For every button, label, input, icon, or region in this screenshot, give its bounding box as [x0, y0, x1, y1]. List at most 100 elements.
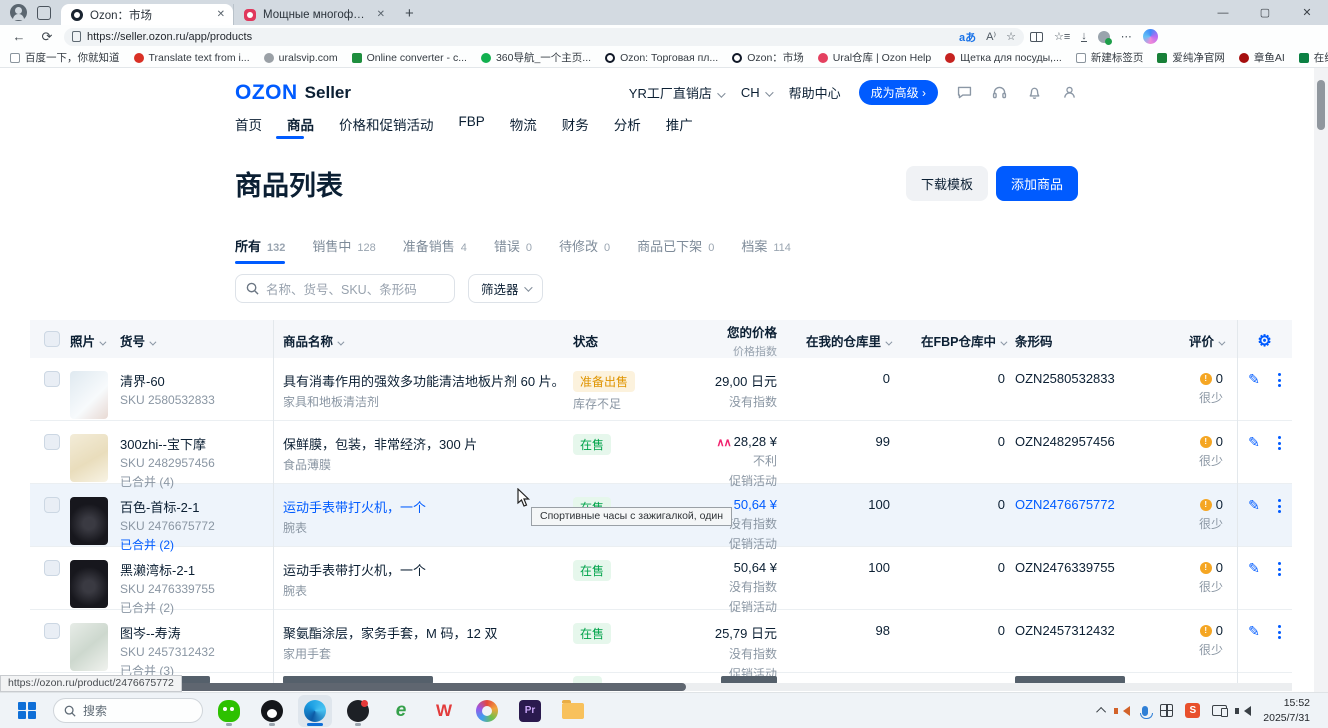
- taskbar-search[interactable]: 搜索: [53, 698, 203, 723]
- row-checkbox[interactable]: [44, 623, 60, 639]
- table-row[interactable]: 黑濑湾标-2-1SKU 2476339755已合并 (2) 运动手表带打火机，一…: [30, 547, 1292, 610]
- nav-fbp[interactable]: FBP: [459, 114, 485, 134]
- new-tab-button[interactable]: +: [393, 5, 426, 25]
- filter-tab-all[interactable]: 所有132: [235, 236, 285, 264]
- col-rating[interactable]: 评价: [1160, 329, 1237, 350]
- sogou-input-icon[interactable]: S: [1185, 703, 1200, 718]
- nav-promotion[interactable]: 推广: [666, 114, 693, 134]
- barcode-link[interactable]: OZN2476675772: [1005, 484, 1160, 553]
- col-article[interactable]: 货号: [120, 329, 273, 350]
- browser-tab-inactive[interactable]: Мощные многофункциональн… ✕: [233, 4, 393, 25]
- edit-icon[interactable]: ✎: [1248, 434, 1260, 490]
- filter-tab-ready[interactable]: 准备销售4: [403, 236, 467, 264]
- product-image[interactable]: [70, 560, 108, 608]
- product-name[interactable]: 聚氨酯涂层，家务手套，M 码，12 双: [283, 623, 573, 642]
- microphone-icon[interactable]: [1142, 706, 1148, 716]
- browser360-icon[interactable]: [470, 695, 504, 727]
- read-aloud-icon[interactable]: A⁾: [986, 30, 996, 43]
- product-image[interactable]: [70, 497, 108, 545]
- filters-button[interactable]: 筛选器: [468, 274, 543, 303]
- product-image[interactable]: [70, 371, 108, 419]
- horizontal-scrollbar[interactable]: [0, 683, 1292, 691]
- edge-browser-icon[interactable]: [298, 695, 332, 727]
- table-row[interactable]: 清界-60SKU 2580532833 具有消毒作用的强效多功能清洁地板片剂 6…: [30, 358, 1292, 421]
- bookmark-item[interactable]: Translate text from i...: [134, 52, 250, 64]
- row-checkbox[interactable]: [44, 434, 60, 450]
- ime-icon[interactable]: [1160, 704, 1173, 717]
- tray-expand-icon[interactable]: [1096, 707, 1106, 717]
- nav-logistics[interactable]: 物流: [510, 114, 537, 134]
- cast-display-icon[interactable]: [1212, 705, 1227, 716]
- col-fbp[interactable]: 在FBP仓库中: [890, 329, 1005, 350]
- filter-tab-to-fix[interactable]: 待修改0: [559, 236, 610, 264]
- nav-finance[interactable]: 财务: [562, 114, 589, 134]
- table-row[interactable]: 300zhi--宝下摩SKU 2482957456已合并 (4) 保鲜膜，包装，…: [30, 421, 1292, 484]
- close-window-button[interactable]: ✕: [1286, 0, 1328, 25]
- bookmark-item[interactable]: 章鱼AI: [1239, 50, 1285, 65]
- speaker-icon[interactable]: [1239, 706, 1251, 716]
- browser-profile-icon[interactable]: [10, 4, 27, 21]
- product-search-input[interactable]: 名称、货号、SKU、条形码: [235, 274, 455, 303]
- bookmark-item[interactable]: Ozon: Торговая пл...: [605, 52, 718, 64]
- ozon-logo[interactable]: OZON: [235, 81, 298, 105]
- add-product-button[interactable]: 添加商品: [996, 166, 1078, 201]
- wechat-icon[interactable]: [212, 695, 246, 727]
- download-template-button[interactable]: 下载模板: [906, 166, 988, 201]
- notifications-bell-icon[interactable]: [1026, 84, 1043, 101]
- edit-icon[interactable]: ✎: [1248, 497, 1260, 553]
- browser-tab-active[interactable]: Ozon：市场 ✕: [61, 4, 233, 25]
- product-image[interactable]: [70, 623, 108, 671]
- media-app-icon[interactable]: [341, 695, 375, 727]
- start-button[interactable]: [10, 695, 44, 727]
- copilot-icon[interactable]: [1143, 29, 1158, 44]
- row-menu-icon[interactable]: [1278, 497, 1281, 553]
- file-explorer-icon[interactable]: [556, 695, 590, 727]
- bookmark-item[interactable]: 新建标签页: [1076, 50, 1144, 65]
- bookmark-item[interactable]: Щетка для посуды,...: [945, 52, 1062, 64]
- ie-browser-icon[interactable]: e: [384, 695, 418, 727]
- store-selector[interactable]: YR工厂直销店: [629, 83, 723, 102]
- vertical-scrollbar[interactable]: [1314, 68, 1328, 692]
- row-checkbox[interactable]: [44, 497, 60, 513]
- bookmark-item[interactable]: Ozon：市场: [732, 50, 804, 65]
- tab-close-icon[interactable]: ✕: [217, 9, 225, 20]
- downloads-icon[interactable]: ↓: [1081, 31, 1087, 42]
- bookmark-item[interactable]: 在线转换器 - 免费...: [1299, 50, 1328, 65]
- restore-button[interactable]: ▢: [1244, 0, 1286, 25]
- nav-analytics[interactable]: 分析: [614, 114, 641, 134]
- bookmark-item[interactable]: 360导航_一个主页...: [481, 50, 591, 65]
- account-icon[interactable]: [1061, 84, 1078, 101]
- row-menu-icon[interactable]: [1278, 371, 1281, 420]
- language-selector[interactable]: CH: [741, 85, 771, 100]
- table-settings-gear-icon[interactable]: ⚙: [1237, 329, 1292, 351]
- product-image[interactable]: [70, 434, 108, 482]
- bookmark-item[interactable]: Ural仓库 | Ozon Help: [818, 50, 931, 65]
- nav-pricing[interactable]: 价格和促销活动: [339, 114, 434, 134]
- wps-icon[interactable]: W: [427, 695, 461, 727]
- qq-icon[interactable]: [255, 695, 289, 727]
- favorite-star-icon[interactable]: ☆: [1006, 30, 1016, 43]
- minimize-button[interactable]: —: [1202, 0, 1244, 25]
- translate-icon[interactable]: aあ: [959, 29, 976, 45]
- headset-icon[interactable]: [991, 84, 1008, 101]
- tab-close-icon[interactable]: ✕: [377, 9, 385, 20]
- filter-tab-selling[interactable]: 销售中128: [312, 236, 375, 264]
- premiere-icon[interactable]: Pr: [513, 695, 547, 727]
- help-center-link[interactable]: 帮助中心: [789, 83, 841, 102]
- bookmark-item[interactable]: 爱纯净官网: [1157, 50, 1225, 65]
- split-screen-icon[interactable]: [1030, 32, 1043, 42]
- table-row-partial[interactable]: ●●: [30, 673, 1292, 683]
- address-bar[interactable]: https://seller.ozon.ru/app/products aあ A…: [64, 28, 1024, 46]
- row-menu-icon[interactable]: [1278, 434, 1281, 490]
- product-name[interactable]: 保鲜膜，包装，非常经济，300 片: [283, 434, 573, 453]
- premium-button[interactable]: 成为高级 ›: [859, 80, 938, 105]
- refresh-button[interactable]: ⟳: [36, 29, 58, 45]
- workspaces-icon[interactable]: [37, 6, 51, 20]
- product-name[interactable]: 运动手表带打火机，一个: [283, 560, 573, 579]
- bookmark-item[interactable]: uralsvip.com: [264, 52, 338, 64]
- row-checkbox[interactable]: [44, 371, 60, 387]
- filter-tab-errors[interactable]: 错误0: [494, 236, 532, 264]
- edit-icon[interactable]: ✎: [1248, 371, 1260, 420]
- bookmark-item[interactable]: Online converter - c...: [352, 52, 467, 64]
- row-checkbox[interactable]: [44, 560, 60, 576]
